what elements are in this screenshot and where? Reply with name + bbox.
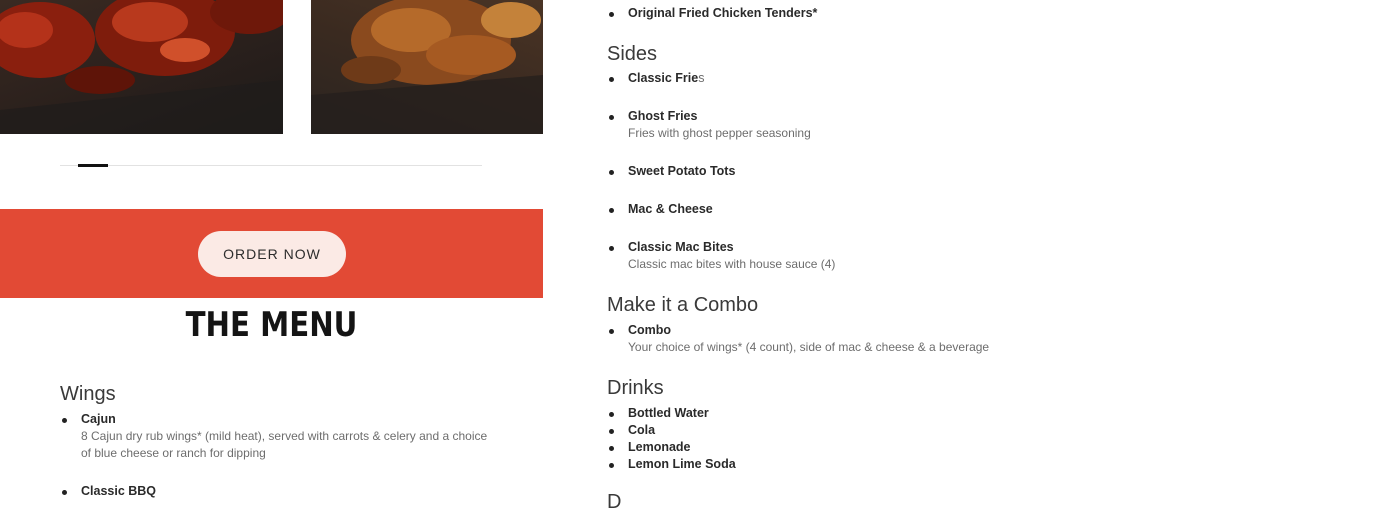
item-name: Classic Mac Bites [628,240,734,254]
left-panel: ORDER NOW THE MENU Wings Cajun 8 Cajun d… [0,0,543,500]
menu-item-bottled-water: Bottled Water [607,405,736,422]
menu-item-combo: Combo Your choice of wings* (4 count), s… [607,322,1107,356]
order-now-button[interactable]: ORDER NOW [198,231,346,277]
item-name: Cajun [81,412,116,426]
item-description: Classic mac bites with house sauce (4) [628,257,836,271]
item-name: Combo [628,323,672,337]
item-name: Original Fried Chicken Tenders* [628,6,818,20]
combo-list: Combo Your choice of wings* (4 count), s… [607,322,1107,356]
section-heading-combo: Make it a Combo [607,294,759,316]
menu-item-lemonade: Lemonade [607,439,736,456]
item-name: Classic Fries [628,71,705,85]
menu-item-classic-mac-bites: Classic Mac Bites Classic mac bites with… [607,239,1107,273]
wings-list: Cajun 8 Cajun dry rub wings* (mild heat)… [60,411,490,500]
menu-item-sweet-potato-tots: Sweet Potato Tots [607,163,1107,180]
section-heading-sides: Sides [607,43,658,65]
menu-item-lemon-lime-soda: Lemon Lime Soda [607,456,736,473]
menu-item-cajun: Cajun 8 Cajun dry rub wings* (mild heat)… [60,411,490,462]
tenders-list: Original Fried Chicken Tenders* [607,5,817,22]
menu-item-classic-bbq: Classic BBQ [60,483,490,500]
food-photo-bbq-wings[interactable] [0,0,283,134]
drinks-list: Bottled Water Cola Lemonade Lemon Lime S… [607,405,736,473]
item-description: Your choice of wings* (4 count), side of… [628,340,990,354]
section-heading-wings: Wings [60,383,116,405]
menu-item-chicken-tenders: Original Fried Chicken Tenders* [607,5,817,22]
menu-item-mac-cheese: Mac & Cheese [607,201,1107,218]
menu-title: THE MENU [185,305,358,345]
item-name: Cola [628,423,656,437]
section-heading-partial: D [607,491,622,513]
item-name: Lemon Lime Soda [628,457,736,471]
item-description: Fries with ghost pepper seasoning [628,126,811,140]
item-name: Classic BBQ [81,484,157,498]
menu-item-cola: Cola [607,422,736,439]
menu-item-classic-fries: Classic Fries [607,70,1107,87]
item-name: Lemonade [628,440,691,454]
carousel-indicator-active[interactable] [78,164,108,167]
item-name: Sweet Potato Tots [628,164,736,178]
item-name: Mac & Cheese [628,202,713,216]
item-description: 8 Cajun dry rub wings* (mild heat), serv… [81,429,488,460]
carousel-track [60,165,482,166]
section-heading-drinks: Drinks [607,377,664,399]
food-photo-cajun-wings[interactable] [311,0,543,134]
menu-item-ghost-fries: Ghost Fries Fries with ghost pepper seas… [607,108,1107,142]
item-name: Ghost Fries [628,109,698,123]
item-name: Bottled Water [628,406,709,420]
sides-list: Classic Fries Ghost Fries Fries with gho… [607,70,1107,294]
